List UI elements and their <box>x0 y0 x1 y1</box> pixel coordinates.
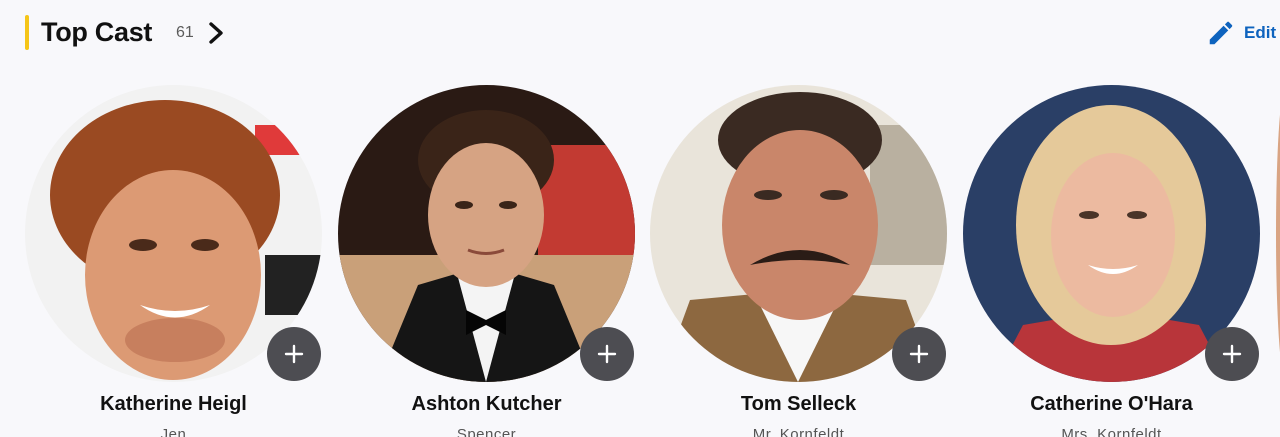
cast-name[interactable]: Tom Selleck <box>650 393 947 416</box>
pencil-icon <box>1209 21 1233 45</box>
edit-label: Edit <box>1244 23 1277 42</box>
edit-button[interactable]: Edit <box>1206 17 1276 49</box>
add-to-watchlist-button[interactable] <box>892 327 946 381</box>
add-to-watchlist-button[interactable] <box>1205 327 1259 381</box>
add-to-watchlist-button[interactable] <box>580 327 634 381</box>
title-accent-bar <box>25 15 29 50</box>
chevron-right-icon[interactable] <box>204 20 228 46</box>
cast-card[interactable]: Katherine Heigl Jen <box>25 85 325 437</box>
cast-name[interactable]: Catherine O'Hara <box>963 393 1260 416</box>
cast-name[interactable]: Katherine Heigl <box>25 393 322 416</box>
cast-card[interactable]: Ashton Kutcher Spencer <box>338 85 638 437</box>
cast-card[interactable]: Catherine O'Hara Mrs. Kornfeldt <box>963 85 1263 437</box>
cast-role[interactable]: Spencer <box>338 426 635 437</box>
cast-role[interactable]: Jen <box>25 426 322 437</box>
section-title[interactable]: Top Cast <box>41 15 152 50</box>
next-cast-photo-peek <box>1276 85 1280 382</box>
plus-icon <box>284 344 304 364</box>
top-cast-section: Top Cast 61 Edit Katherine Heigl Jen Ash… <box>0 0 1280 437</box>
plus-icon <box>1222 344 1242 364</box>
cast-role[interactable]: Mrs. Kornfeldt <box>963 426 1260 437</box>
plus-icon <box>597 344 617 364</box>
add-to-watchlist-button[interactable] <box>267 327 321 381</box>
cast-card[interactable]: Tom Selleck Mr. Kornfeldt <box>650 85 950 437</box>
section-header: Top Cast 61 Edit <box>0 0 1280 68</box>
cast-role[interactable]: Mr. Kornfeldt <box>650 426 947 437</box>
plus-icon <box>909 344 929 364</box>
cast-count: 61 <box>176 24 194 41</box>
cast-name[interactable]: Ashton Kutcher <box>338 393 635 416</box>
